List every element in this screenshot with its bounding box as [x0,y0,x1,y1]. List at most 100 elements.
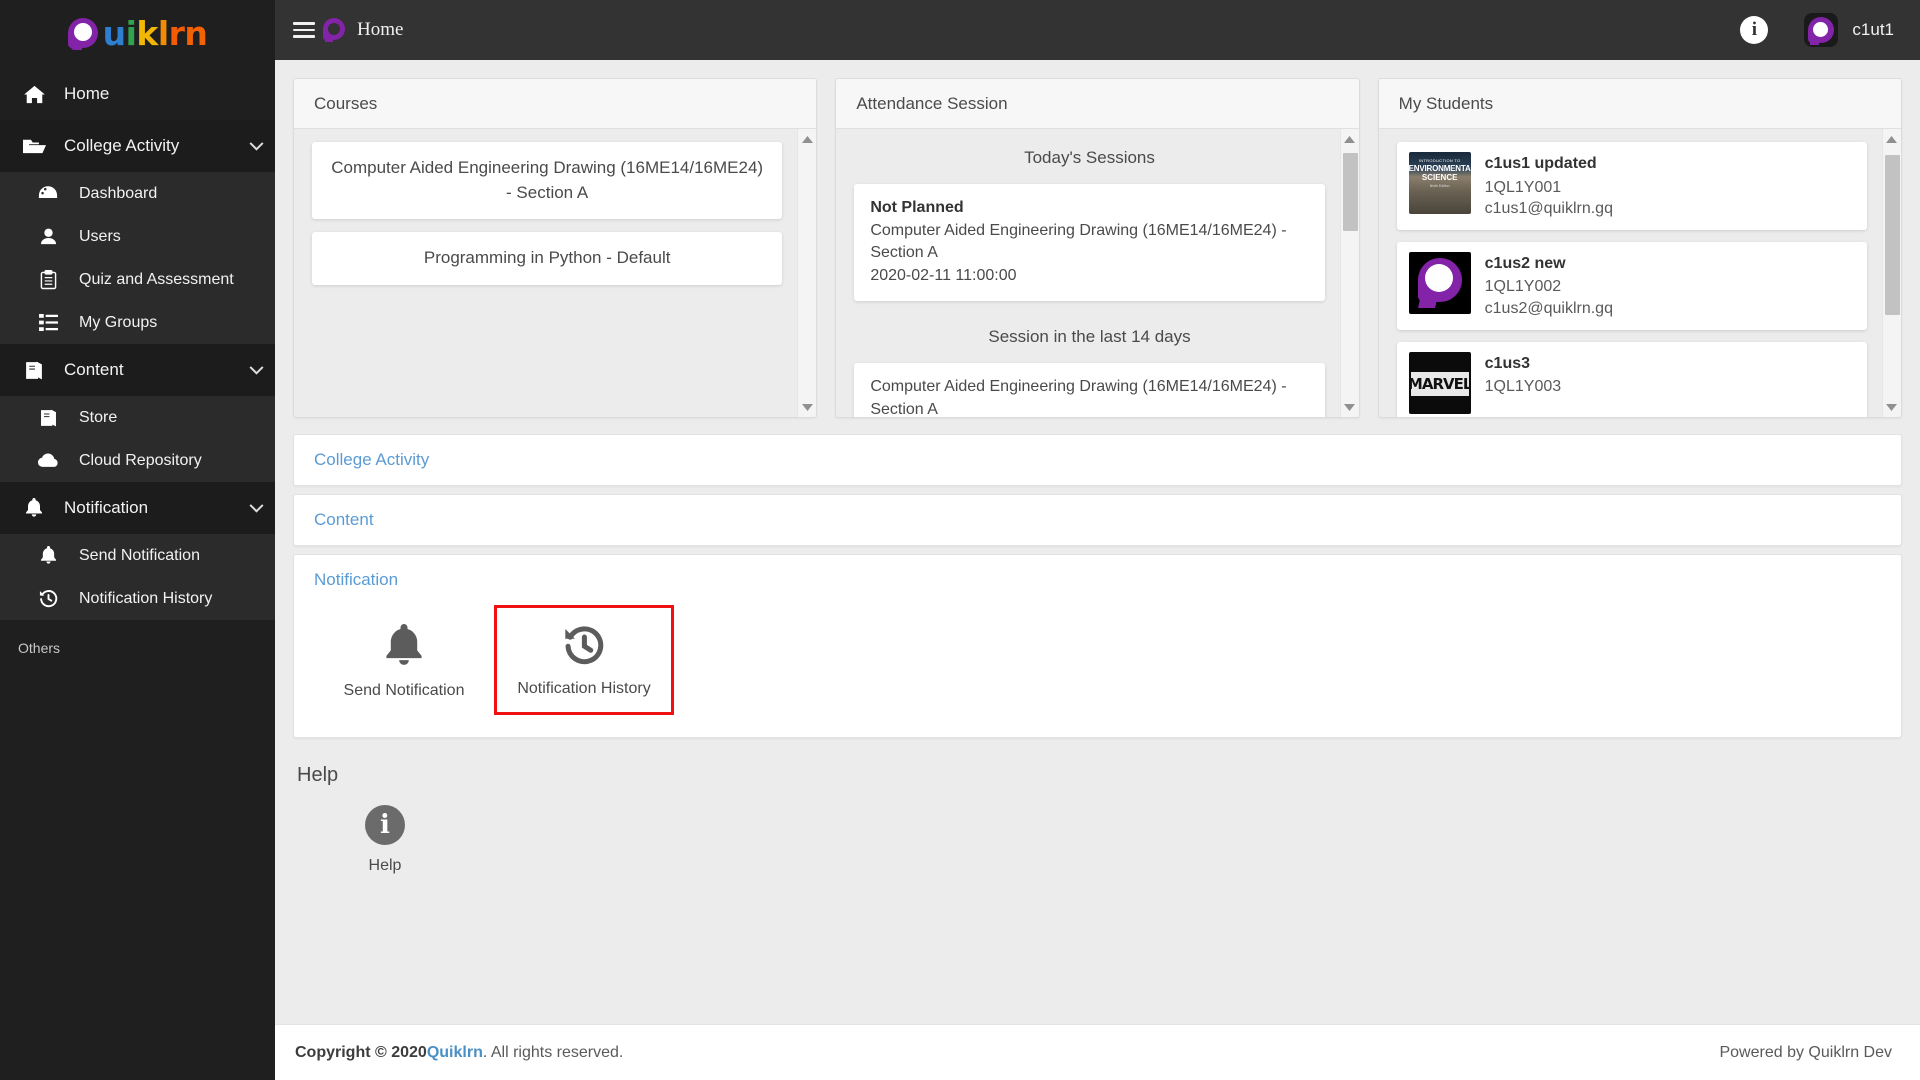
courses-card-body: Computer Aided Engineering Drawing (16ME… [294,129,817,417]
sidebar-item-send-notification[interactable]: Send Notification [0,534,275,577]
main-area: Home i c1ut1 Courses Computer Aided Engi… [275,0,1920,1080]
bell-icon [16,498,52,518]
avatar[interactable] [1804,13,1839,47]
accordion-list: College Activity Content Notification Se… [293,434,1902,746]
history-icon [30,589,66,608]
sidebar-label-my-groups: My Groups [79,313,158,331]
accordion-notification: Notification Send Notification Notificat… [293,554,1902,738]
folder-open-icon [16,137,52,155]
student-thumbnail: INTRODUCTION TO ENVIRONMENTAL SCIENCE Ni… [1408,152,1471,214]
help-section-title: Help [297,764,339,786]
todays-sessions-heading: Today's Sessions [1024,148,1155,167]
scroll-up-icon[interactable] [1341,129,1359,149]
student-email: c1us2@quiklrn.gq [1484,299,1613,317]
my-students-card: My Students INTRODUCTION TO ENVIRONMENTA… [1377,78,1902,418]
brand-logo[interactable]: uiklrn [0,0,275,60]
sidebar-subgroup-content: Store Cloud Repository [0,396,275,482]
help-shortcut[interactable]: i Help [295,791,475,885]
scrollbar-thumb[interactable] [1342,153,1358,231]
student-meta: c1us3 1QL1Y003 [1485,352,1562,398]
user-icon [30,228,66,246]
sidebar-item-store[interactable]: Store [0,396,275,439]
sidebar-item-home[interactable]: Home [0,68,275,120]
courses-scrollbar[interactable] [797,129,817,417]
sidebar-label-home: Home [64,84,110,103]
sidebar-item-cloud-repository[interactable]: Cloud Repository [0,439,275,482]
topbar: Home i c1ut1 [275,0,1920,60]
student-row[interactable]: INTRODUCTION TO ENVIRONMENTAL SCIENCE Ni… [1396,142,1867,230]
student-row[interactable]: MARVEL c1us3 1QL1Y003 [1396,341,1867,417]
page-content: Courses Computer Aided Engineering Drawi… [275,60,1920,1024]
course-item[interactable]: Programming in Python - Default [312,232,783,285]
thumb-line-3: SCIENCE [1421,173,1458,182]
help-section: Help i Help [293,764,1902,885]
chevron-down-icon[interactable] [237,503,275,513]
info-icon[interactable]: i [1740,16,1769,44]
chevron-down-icon[interactable] [237,141,275,151]
student-row[interactable]: c1us2 new 1QL1Y002 c1us2@quiklrn.gq [1396,241,1867,330]
my-students-card-body: INTRODUCTION TO ENVIRONMENTAL SCIENCE Ni… [1379,129,1901,417]
scrollbar-track[interactable] [798,149,816,397]
sidebar-label-users: Users [79,227,121,245]
attendance-card-title: Attendance Session [836,79,1359,129]
thumb-line-1: INTRODUCTION TO [1418,158,1461,163]
sidebar-section-others: Others [18,640,61,656]
brand-logo-text: uiklrn [67,13,208,53]
sidebar-label-quiz-and-assessment: Quiz and Assessment [79,270,234,288]
sidebar-item-college-activity[interactable]: College Activity [0,120,275,172]
notification-shortcut-grid: Send Notification Notification History [314,605,1881,715]
marvel-thumb-text: MARVEL [1408,374,1471,393]
dashboard-gauge-icon [30,185,66,202]
scroll-up-icon[interactable] [798,129,816,149]
sidebar-item-content[interactable]: Content [0,344,275,396]
help-grid: i Help [295,791,1902,885]
scrollbar-track[interactable] [1883,149,1901,397]
footer-brand-link[interactable]: Quiklrn [427,1044,483,1062]
help-shortcut-label: Help [368,857,402,874]
sidebar-item-dashboard[interactable]: Dashboard [0,172,275,215]
sidebar-item-notification-history[interactable]: Notification History [0,577,275,620]
attendance-scrollbar[interactable] [1339,129,1359,417]
footer-copyright-suffix: . All rights reserved. [482,1043,624,1061]
username-label[interactable]: c1ut1 [1852,20,1894,40]
shortcut-notification-history[interactable]: Notification History [494,605,674,715]
sidebar-item-quiz-and-assessment[interactable]: Quiz and Assessment [0,258,275,301]
chevron-down-icon[interactable] [237,365,275,375]
shortcut-send-notification[interactable]: Send Notification [314,605,494,715]
brand-letter-u: u [102,13,127,53]
student-meta: c1us2 new 1QL1Y002 c1us2@quiklrn.gq [1485,252,1613,320]
student-thumbnail [1408,251,1471,314]
dashboard-cards-row: Courses Computer Aided Engineering Drawi… [293,78,1902,418]
session-course: Computer Aided Engineering Drawing (16ME… [870,221,1287,262]
list-icon [30,314,66,331]
session-item[interactable]: Not Planned Computer Aided Engineering D… [854,184,1325,301]
accordion-header-notification[interactable]: Notification [294,555,1901,605]
students-scrollbar[interactable] [1881,129,1901,417]
session-datetime: 2020-02-11 11:00:00 [870,267,1017,285]
scroll-down-icon[interactable] [1341,397,1359,417]
brand-letter-l: l [157,13,169,53]
scrollbar-thumb[interactable] [1884,155,1900,315]
session-item[interactable]: Computer Aided Engineering Drawing (16ME… [854,362,1325,417]
scroll-down-icon[interactable] [1883,397,1901,417]
sidebar-item-notification[interactable]: Notification [0,482,275,534]
hamburger-icon[interactable] [293,22,315,38]
accordion-body-notification: Send Notification Notification History [294,605,1901,737]
accordion-header-college-activity[interactable]: College Activity [294,435,1901,485]
sidebar-label-notification-history: Notification History [79,589,213,607]
accordion-header-content[interactable]: Content [294,495,1901,545]
footer-powered-by: Powered by Quiklrn Dev [1719,1043,1892,1061]
page-title: Home [357,19,404,40]
cloud-icon [30,453,66,468]
scroll-down-icon[interactable] [798,397,816,417]
accordion-content: Content [293,494,1902,546]
sidebar-label-store: Store [79,408,118,426]
info-icon: i [365,805,405,845]
scrollbar-track[interactable] [1341,149,1359,397]
student-id: 1QL1Y001 [1484,178,1562,196]
sidebar-item-users[interactable]: Users [0,215,275,258]
course-item[interactable]: Computer Aided Engineering Drawing (16ME… [312,142,783,220]
scroll-up-icon[interactable] [1883,129,1901,149]
sidebar-label-content: Content [64,360,124,379]
sidebar-item-my-groups[interactable]: My Groups [0,301,275,344]
